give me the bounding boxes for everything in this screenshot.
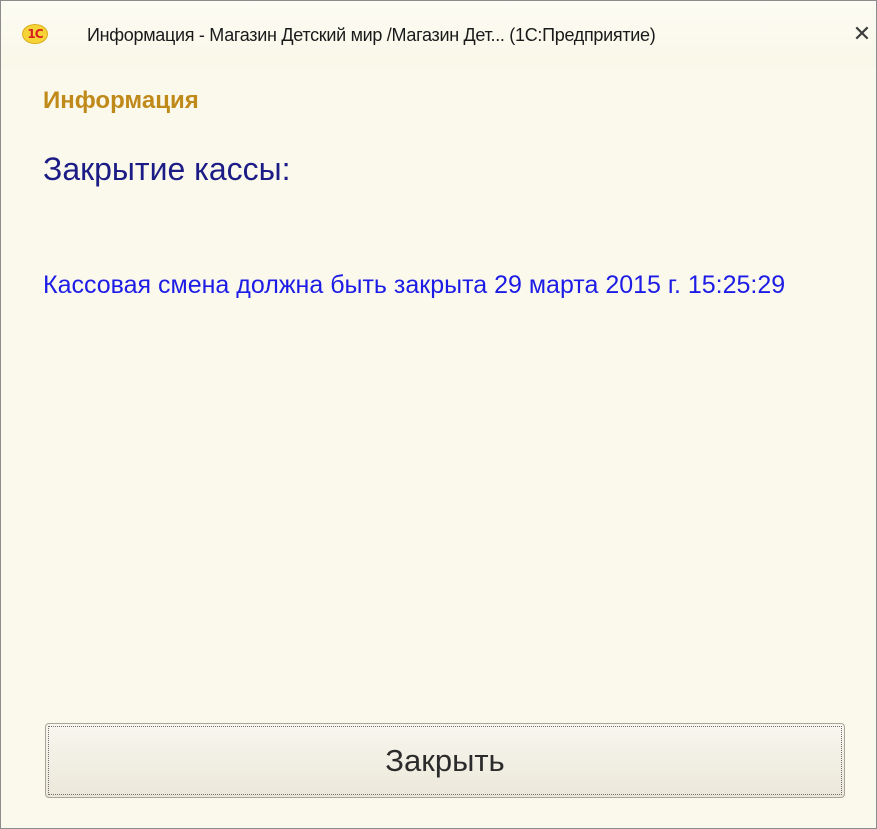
page-heading: Закрытие кассы: xyxy=(43,151,291,187)
info-message: Кассовая смена должна быть закрыта 29 ма… xyxy=(43,271,786,299)
info-dialog-window: 1C Информация - Магазин Детский мир /Маг… xyxy=(0,0,877,829)
section-title: Информация xyxy=(43,87,199,114)
window-title: Информация - Магазин Детский мир /Магази… xyxy=(87,25,656,45)
close-button-label: Закрыть xyxy=(385,742,505,778)
close-button-focus-frame: Закрыть xyxy=(48,726,842,795)
title-bar[interactable]: 1C Информация - Магазин Детский мир /Маг… xyxy=(1,1,876,67)
close-icon[interactable]: ✕ xyxy=(851,23,873,45)
1c-logo-icon: 1C xyxy=(22,24,48,44)
close-button[interactable]: Закрыть xyxy=(45,723,845,798)
